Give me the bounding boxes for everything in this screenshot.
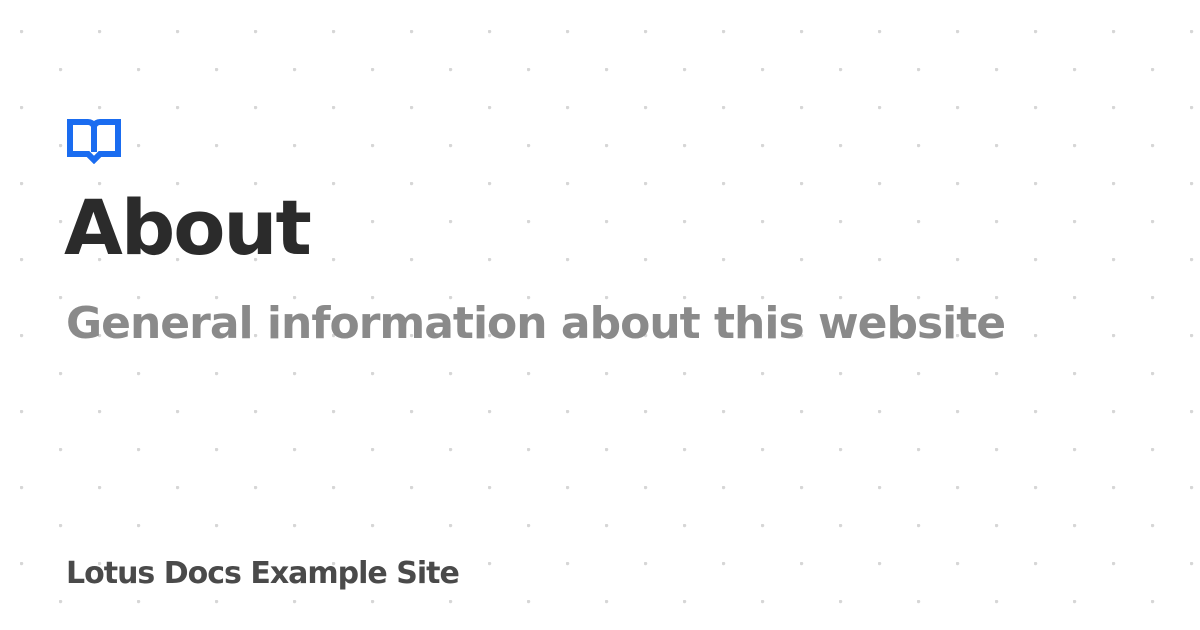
book-open-icon	[66, 118, 122, 164]
social-card: About General information about this web…	[0, 0, 1200, 630]
page-subtitle: General information about this website	[66, 298, 1006, 349]
page-title: About	[64, 183, 312, 272]
site-name: Lotus Docs Example Site	[66, 556, 460, 591]
